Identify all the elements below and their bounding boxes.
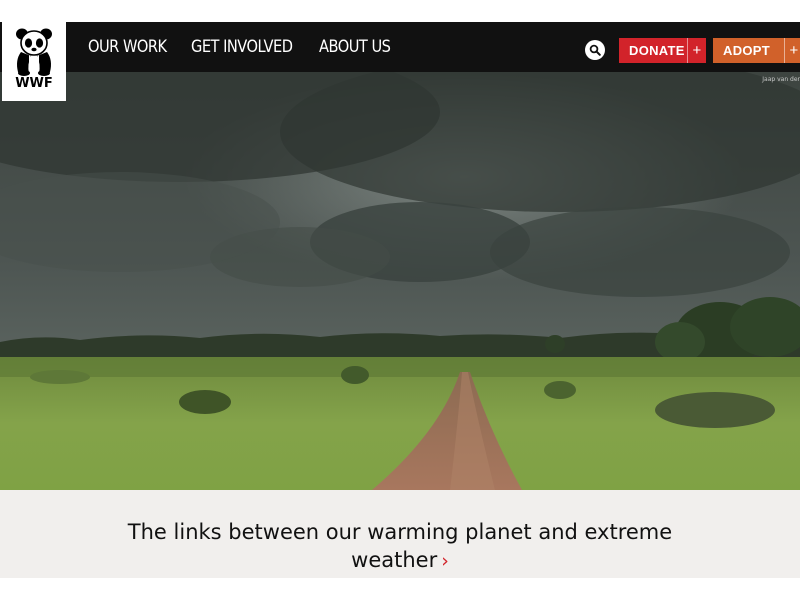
- panda-icon: [16, 28, 52, 76]
- logo-wordmark: WWF: [15, 76, 53, 91]
- page: WWF OUR WORK GET INVOLVED ABOUT US DONAT…: [0, 0, 800, 600]
- main-menu: OUR WORK GET INVOLVED ABOUT US: [88, 22, 426, 72]
- feature-caption-band: The links between our warming planet and…: [0, 490, 800, 578]
- adopt-label: ADOPT: [723, 43, 770, 58]
- nav-item-our-work[interactable]: OUR WORK: [88, 37, 167, 57]
- feature-headline: The links between our warming planet and…: [127, 520, 673, 572]
- nav-item-get-involved[interactable]: GET INVOLVED: [191, 37, 293, 57]
- search-icon: [589, 44, 601, 56]
- feature-headline-link[interactable]: The links between our warming planet and…: [100, 518, 700, 575]
- photo-credit: Jaap van der: [762, 76, 800, 83]
- wwf-logo[interactable]: WWF: [2, 22, 66, 101]
- adopt-button[interactable]: ADOPT +: [713, 38, 800, 63]
- savanna-storm-photo: [0, 72, 800, 490]
- donate-label: DONATE: [629, 43, 685, 58]
- plus-icon: +: [687, 38, 706, 63]
- nav-item-about-us[interactable]: ABOUT US: [319, 37, 391, 57]
- plus-icon: +: [784, 38, 800, 63]
- donate-button[interactable]: DONATE +: [619, 38, 706, 63]
- hero-image: [0, 72, 800, 490]
- chevron-right-icon: ›: [441, 550, 449, 572]
- search-button[interactable]: [585, 40, 605, 60]
- page-bottom: [0, 578, 800, 600]
